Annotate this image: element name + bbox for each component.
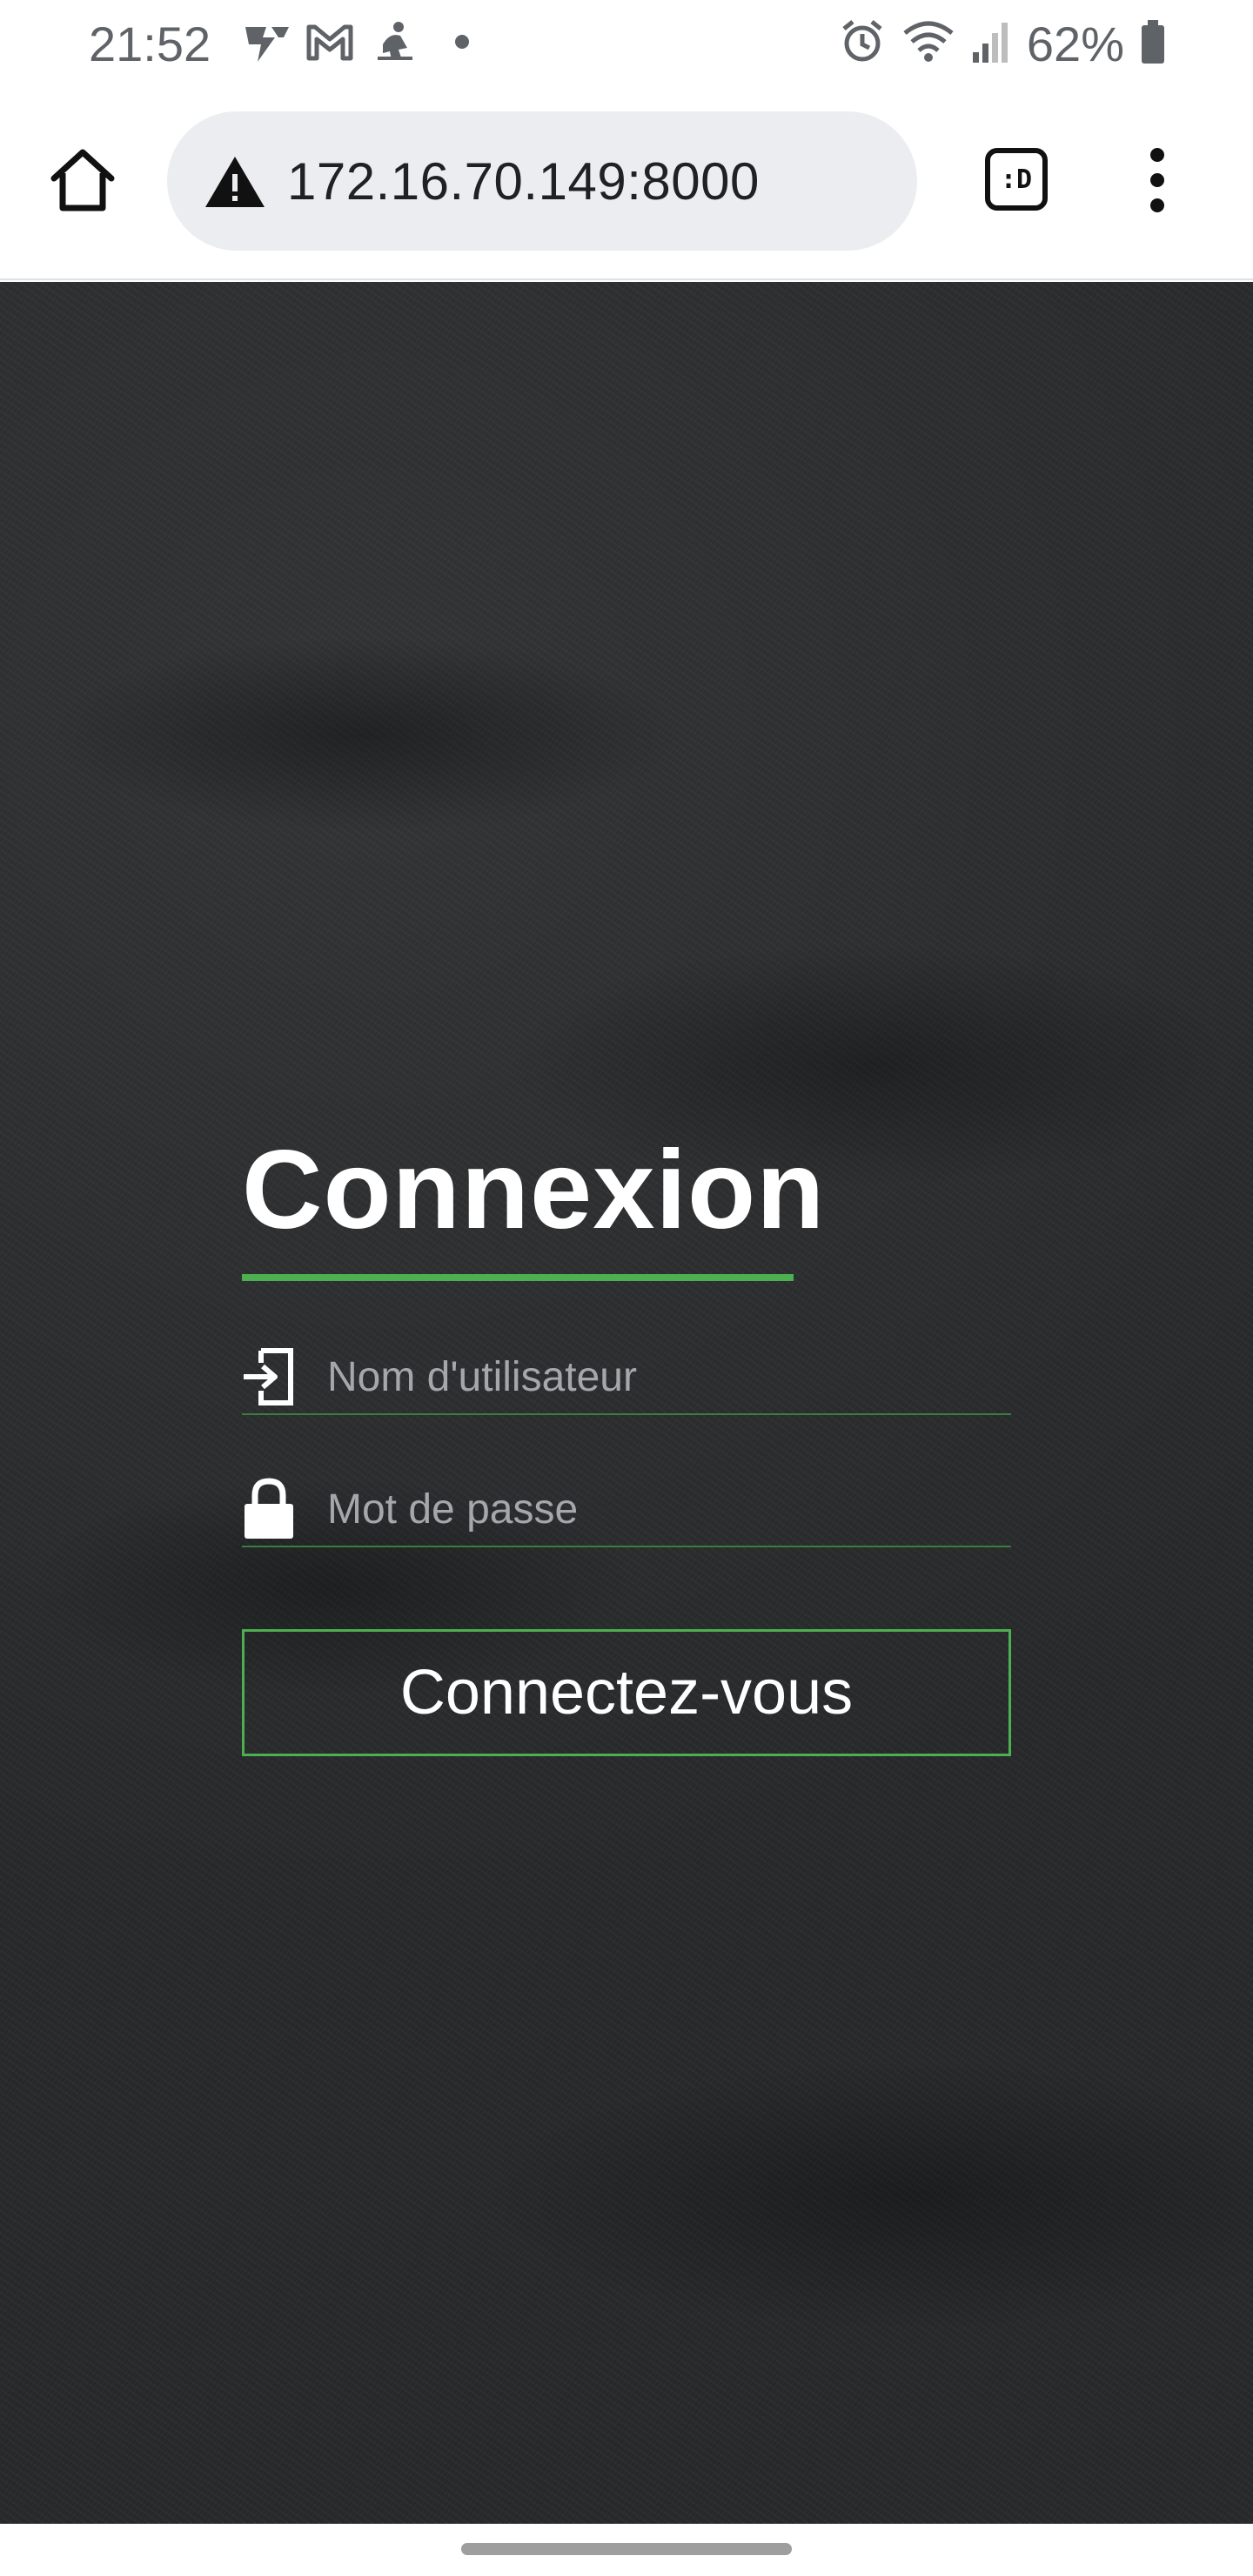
- page-title: Connexion: [242, 1128, 826, 1252]
- tab-switcher-label: :D: [985, 148, 1048, 211]
- gesture-nav-bar: [0, 2524, 1253, 2576]
- home-icon[interactable]: [45, 143, 120, 218]
- menu-dot: [1150, 148, 1164, 162]
- login-icon: [242, 1346, 296, 1407]
- browser-toolbar: 172.16.70.149:8000 :D: [0, 87, 1253, 280]
- title-underline: [242, 1274, 794, 1281]
- battery-icon: [1140, 18, 1166, 70]
- dot-icon: [454, 16, 470, 68]
- flash-app-icon: [240, 16, 294, 68]
- lock-icon: [242, 1478, 296, 1540]
- battery-percent: 62%: [1026, 16, 1124, 71]
- status-time: 21:52: [89, 17, 211, 71]
- signal-icon: [971, 19, 1011, 69]
- login-page: Connexion Connectez-vous: [0, 282, 1253, 2524]
- wifi-icon: [901, 19, 955, 69]
- status-right-group: 62%: [839, 16, 1166, 71]
- username-input[interactable]: [327, 1352, 988, 1401]
- warning-icon[interactable]: [204, 150, 266, 212]
- tab-switcher-icon[interactable]: :D: [982, 144, 1051, 214]
- url-text: 172.16.70.149:8000: [287, 151, 760, 211]
- menu-dot: [1150, 198, 1164, 212]
- fitness-icon: [372, 16, 418, 68]
- password-field: [242, 1472, 1011, 1547]
- more-vert-icon[interactable]: [1131, 141, 1183, 219]
- login-button[interactable]: Connectez-vous: [242, 1629, 1011, 1756]
- gmail-icon: [305, 16, 355, 68]
- address-bar[interactable]: 172.16.70.149:8000: [167, 111, 917, 251]
- username-field: [242, 1340, 1011, 1415]
- password-input[interactable]: [327, 1485, 988, 1533]
- menu-dot: [1150, 173, 1164, 187]
- status-bar: 21:52 62%: [0, 0, 1253, 87]
- alarm-icon: [839, 18, 886, 70]
- home-gesture-handle[interactable]: [461, 2543, 792, 2555]
